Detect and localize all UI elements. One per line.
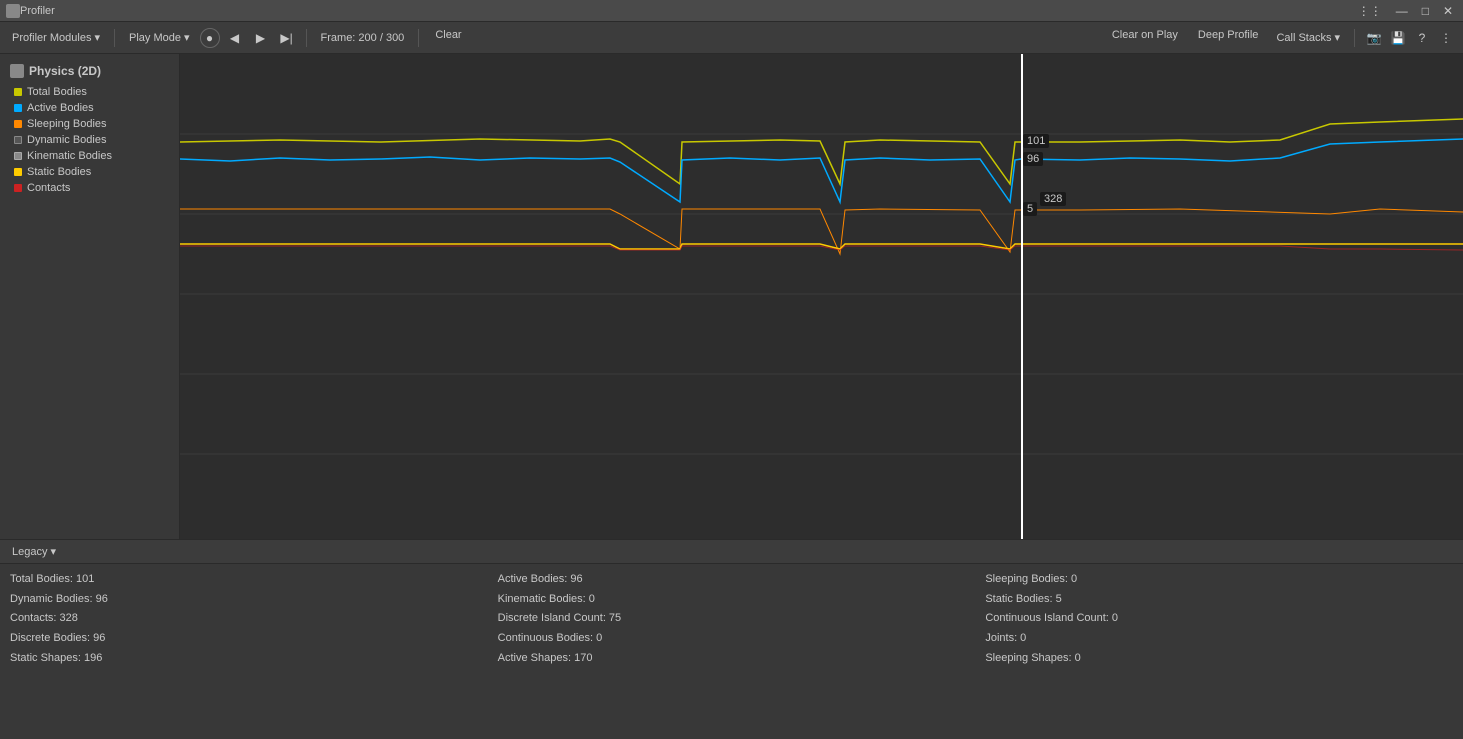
dynamic-bodies-color (14, 136, 22, 144)
total-bodies-label: Total Bodies (27, 86, 87, 98)
play-mode-chevron-icon: ▾ (184, 31, 190, 44)
prev-frame-button[interactable]: ◀ (224, 27, 246, 49)
toolbar-sep-1 (114, 29, 115, 47)
play-mode-dropdown[interactable]: Play Mode ▾ (123, 27, 196, 49)
play-mode-label: Play Mode (129, 32, 181, 44)
active-bodies-label: Active Bodies (27, 102, 94, 114)
sleeping-bodies-label: Sleeping Bodies (27, 118, 107, 130)
call-stacks-chevron-icon: ▾ (1334, 31, 1340, 44)
stat-contacts: Contacts: 328 (10, 609, 478, 628)
close-button[interactable]: ✕ (1439, 4, 1457, 18)
sleeping-bodies-color (14, 120, 22, 128)
toolbar-action-icons: 📷 💾 ? ⋮ (1363, 27, 1457, 49)
physics-2d-icon (10, 64, 24, 78)
profiler-modules-dropdown[interactable]: Profiler Modules ▾ (6, 27, 106, 49)
title-bar: Profiler ⋮⋮ — □ ✕ (0, 0, 1463, 22)
sidebar-title: Physics (2D) (0, 60, 179, 84)
total-bodies-color (14, 88, 22, 96)
bottom-content: Total Bodies: 101 Active Bodies: 96 Slee… (0, 564, 1463, 673)
maximize-button[interactable]: □ (1418, 4, 1433, 18)
stat-static-bodies: Static Bodies: 5 (985, 590, 1453, 609)
sidebar-item-dynamic-bodies[interactable]: Dynamic Bodies (0, 132, 179, 148)
record-button[interactable]: ● (200, 28, 220, 48)
stat-active-shapes: Active Shapes: 170 (498, 649, 966, 668)
screenshot-icon[interactable]: 📷 (1363, 27, 1385, 49)
sidebar-item-static-bodies[interactable]: Static Bodies (0, 164, 179, 180)
stat-static-shapes: Static Shapes: 196 (10, 649, 478, 668)
stat-total-bodies: Total Bodies: 101 (10, 570, 478, 589)
minimize-button[interactable]: — (1392, 4, 1412, 18)
call-stacks-dropdown[interactable]: Call Stacks ▾ (1270, 27, 1346, 49)
title-bar-controls: ⋮⋮ — □ ✕ (1354, 4, 1457, 18)
chart-area[interactable]: 101 96 5 328 (180, 54, 1463, 539)
stat-active-bodies: Active Bodies: 96 (498, 570, 966, 589)
legacy-dropdown[interactable]: Legacy ▾ (6, 543, 62, 561)
toolbar-sep-2 (306, 29, 307, 47)
sidebar-item-total-bodies[interactable]: Total Bodies (0, 84, 179, 100)
value-label-101: 101 (1023, 134, 1049, 148)
clear-button[interactable]: Clear (427, 27, 469, 49)
sidebar-item-active-bodies[interactable]: Active Bodies (0, 100, 179, 116)
overflow-icon[interactable]: ⋮ (1435, 27, 1457, 49)
stat-continuous-island: Continuous Island Count: 0 (985, 609, 1453, 628)
value-label-328: 328 (1040, 192, 1066, 206)
help-icon[interactable]: ? (1411, 27, 1433, 49)
sidebar-item-sleeping-bodies[interactable]: Sleeping Bodies (0, 116, 179, 132)
last-frame-button[interactable]: ▶| (276, 27, 298, 49)
call-stacks-label: Call Stacks (1276, 32, 1331, 44)
frame-counter: Frame: 200 / 300 (315, 32, 411, 44)
contacts-color (14, 184, 22, 192)
chart-svg (180, 54, 1463, 539)
stat-dynamic-bodies: Dynamic Bodies: 96 (10, 590, 478, 609)
cursor-line (1021, 54, 1023, 539)
sidebar-item-contacts[interactable]: Contacts (0, 180, 179, 196)
stat-sleeping-shapes: Sleeping Shapes: 0 (985, 649, 1453, 668)
static-bodies-label: Static Bodies (27, 166, 91, 178)
clear-on-play-button[interactable]: Clear on Play (1104, 27, 1186, 49)
kinematic-bodies-label: Kinematic Bodies (27, 150, 112, 162)
active-bodies-color (14, 104, 22, 112)
sidebar: Physics (2D) Total Bodies Active Bodies … (0, 54, 180, 539)
toolbar-sep-3 (418, 29, 419, 47)
title-bar-title: Profiler (20, 5, 55, 17)
value-label-96: 96 (1023, 152, 1043, 166)
main-area: Physics (2D) Total Bodies Active Bodies … (0, 54, 1463, 539)
stat-sleeping-bodies: Sleeping Bodies: 0 (985, 570, 1453, 589)
static-bodies-color (14, 168, 22, 176)
toolbar-right: Clear on Play Deep Profile Call Stacks ▾… (1104, 27, 1457, 49)
stat-discrete-bodies: Discrete Bodies: 96 (10, 629, 478, 648)
kinematic-bodies-color (14, 152, 22, 160)
bottom-toolbar: Legacy ▾ (0, 540, 1463, 564)
legacy-label: Legacy (12, 546, 47, 558)
legacy-chevron-icon: ▾ (50, 545, 56, 558)
modules-chevron-icon: ▾ (94, 31, 100, 44)
dynamic-bodies-label: Dynamic Bodies (27, 134, 106, 146)
stat-joints: Joints: 0 (985, 629, 1453, 648)
sidebar-item-kinematic-bodies[interactable]: Kinematic Bodies (0, 148, 179, 164)
value-label-5: 5 (1023, 202, 1037, 216)
stat-kinematic-bodies: Kinematic Bodies: 0 (498, 590, 966, 609)
more-options-icon[interactable]: ⋮⋮ (1354, 4, 1386, 18)
deep-profile-button[interactable]: Deep Profile (1190, 27, 1267, 49)
stat-continuous-bodies: Continuous Bodies: 0 (498, 629, 966, 648)
bottom-panel: Legacy ▾ Total Bodies: 101 Active Bodies… (0, 539, 1463, 739)
contacts-label: Contacts (27, 182, 70, 194)
toolbar: Profiler Modules ▾ Play Mode ▾ ● ◀ ▶ ▶| … (0, 22, 1463, 54)
sidebar-title-text: Physics (2D) (29, 64, 101, 78)
toolbar-sep-right (1354, 29, 1355, 47)
next-frame-button[interactable]: ▶ (250, 27, 272, 49)
save-icon[interactable]: 💾 (1387, 27, 1409, 49)
profiler-icon (6, 4, 20, 18)
profiler-modules-label: Profiler Modules (12, 32, 91, 44)
stat-discrete-island: Discrete Island Count: 75 (498, 609, 966, 628)
